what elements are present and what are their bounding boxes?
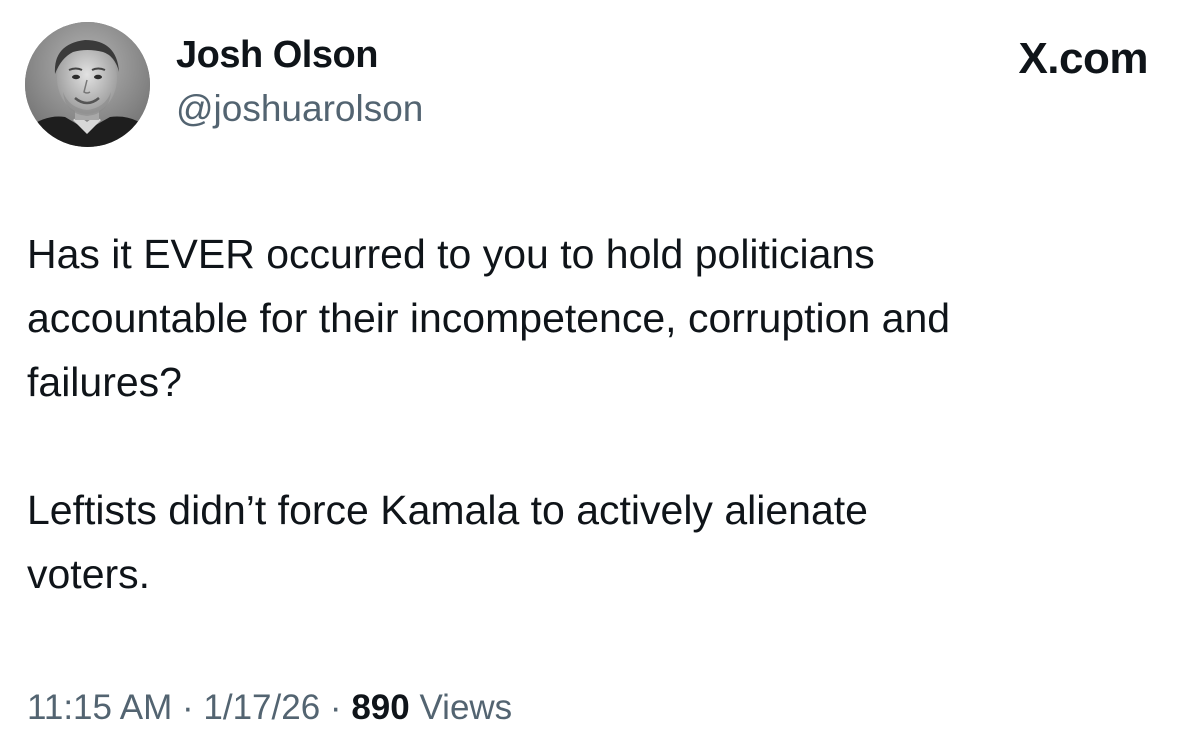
post-meta: 11:15 AM · 1/17/26 · 890 Views (27, 688, 512, 728)
meta-separator: · (329, 688, 342, 727)
views-label: Views (419, 688, 513, 727)
post-paragraph: Leftists didn’t force Kamala to actively… (27, 487, 868, 597)
post-body: Has it EVER occurred to you to hold poli… (27, 222, 1177, 606)
author-name[interactable]: Josh Olson (176, 34, 378, 77)
profile-photo-icon (25, 22, 150, 147)
author-handle[interactable]: @joshuarolson (176, 88, 423, 130)
post-date[interactable]: 1/17/26 (203, 688, 320, 727)
views-count: 890 (351, 688, 410, 727)
post-time[interactable]: 11:15 AM (27, 688, 172, 727)
post-paragraph: Has it EVER occurred to you to hold poli… (27, 231, 951, 405)
brand-logo: X.com (1018, 34, 1148, 83)
meta-separator: · (182, 688, 194, 727)
avatar[interactable] (25, 22, 150, 147)
